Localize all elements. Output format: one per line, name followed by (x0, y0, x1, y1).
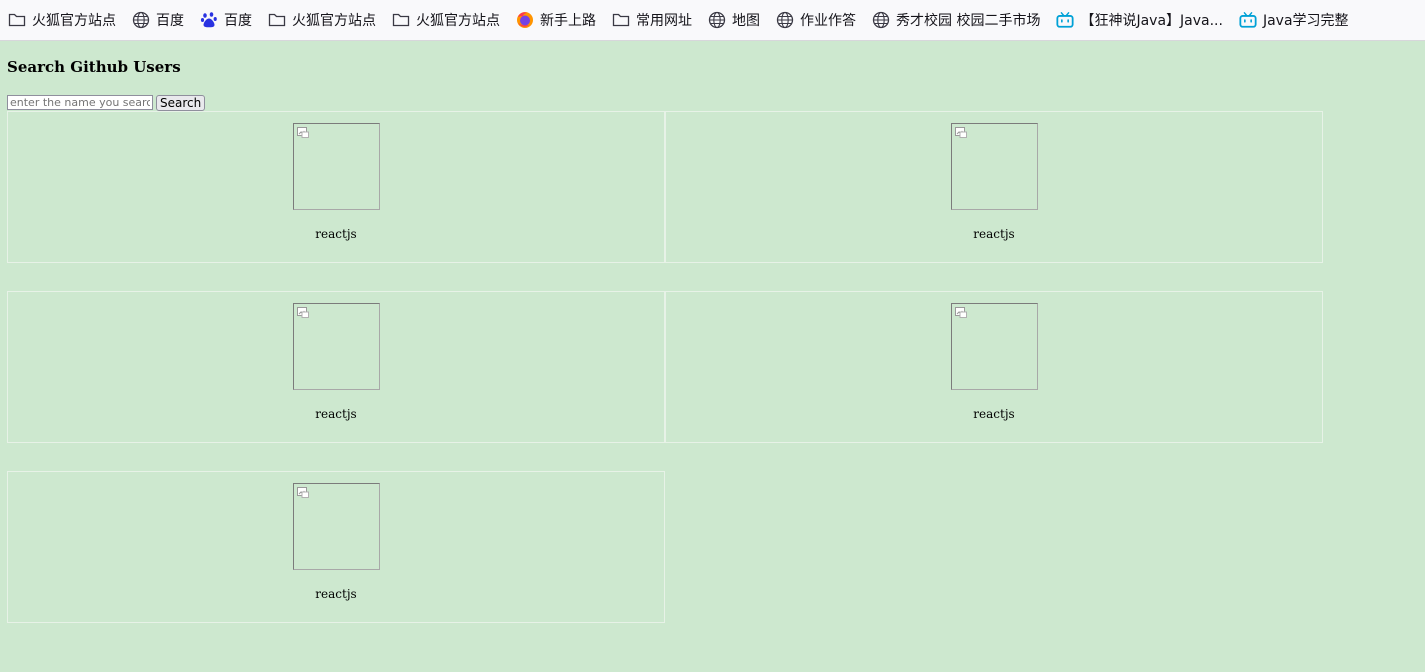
firefox-icon (516, 11, 534, 29)
broken-image-icon (955, 127, 967, 138)
user-login[interactable]: reactjs (666, 227, 1322, 241)
bookmark-item[interactable]: 新手上路 (508, 6, 602, 34)
user-card[interactable]: reactjs (7, 291, 665, 443)
broken-image-icon (297, 127, 309, 138)
bookmark-label: 地图 (732, 13, 760, 29)
globe-icon (132, 11, 150, 29)
avatar[interactable] (293, 303, 380, 390)
user-card[interactable]: reactjs (665, 291, 1323, 443)
bookmark-item[interactable]: 火狐官方站点 (0, 6, 122, 34)
bookmark-item[interactable]: 作业作答 (768, 6, 862, 34)
bookmark-label: 火狐官方站点 (416, 13, 500, 29)
user-login[interactable]: reactjs (8, 227, 664, 241)
bookmark-item[interactable]: 百度 (124, 6, 190, 34)
user-login[interactable]: reactjs (8, 587, 664, 601)
bookmark-label: 常用网址 (636, 13, 692, 29)
broken-image-icon (297, 487, 309, 498)
baidu-paw-icon (200, 11, 218, 29)
folder-icon (392, 11, 410, 29)
bookmark-label: 作业作答 (800, 13, 856, 29)
broken-image-icon (955, 307, 967, 318)
bookmarks-toolbar: 火狐官方站点 百度 百度 火狐官方站点 火狐官方站点 新手上路 常用网址 地图 … (0, 0, 1425, 41)
bilibili-icon (1239, 11, 1257, 29)
bookmark-item[interactable]: 百度 (192, 6, 258, 34)
globe-icon (776, 11, 794, 29)
bookmark-item[interactable]: 常用网址 (604, 6, 698, 34)
search-input[interactable] (7, 95, 153, 110)
bookmark-item[interactable]: 火狐官方站点 (384, 6, 506, 34)
bilibili-icon (1056, 11, 1075, 29)
user-login[interactable]: reactjs (666, 407, 1322, 421)
bookmark-label: 火狐官方站点 (32, 13, 116, 29)
avatar[interactable] (293, 123, 380, 210)
folder-icon (612, 11, 630, 29)
page-title: Search Github Users (7, 58, 181, 76)
bookmark-item[interactable]: Java学习完整 (1231, 6, 1355, 34)
bookmark-label: 秀才校园 校园二手市场 (896, 13, 1041, 29)
folder-icon (8, 11, 26, 29)
bookmark-label: 【狂神说Java】Java... (1080, 13, 1223, 29)
search-bar: Search (7, 94, 206, 111)
user-login[interactable]: reactjs (8, 407, 664, 421)
bookmark-item[interactable]: 【狂神说Java】Java... (1048, 6, 1229, 34)
globe-icon (708, 11, 726, 29)
folder-icon (268, 11, 286, 29)
avatar[interactable] (951, 123, 1038, 210)
bookmark-item[interactable]: 地图 (700, 6, 766, 34)
bookmark-label: 火狐官方站点 (292, 13, 376, 29)
bookmark-item[interactable]: 火狐官方站点 (260, 6, 382, 34)
search-button[interactable]: Search (156, 94, 206, 111)
user-card[interactable]: reactjs (7, 471, 665, 623)
bookmark-label: 新手上路 (540, 13, 596, 29)
user-card[interactable]: reactjs (7, 111, 665, 263)
broken-image-icon (297, 307, 309, 318)
bookmark-label: 百度 (156, 13, 184, 29)
avatar[interactable] (951, 303, 1038, 390)
avatar[interactable] (293, 483, 380, 570)
bookmark-label: 百度 (224, 13, 252, 29)
bookmark-item[interactable]: 秀才校园 校园二手市场 (864, 6, 1046, 34)
globe-icon (872, 11, 890, 29)
user-card[interactable]: reactjs (665, 111, 1323, 263)
bookmark-label: Java学习完整 (1262, 13, 1349, 29)
